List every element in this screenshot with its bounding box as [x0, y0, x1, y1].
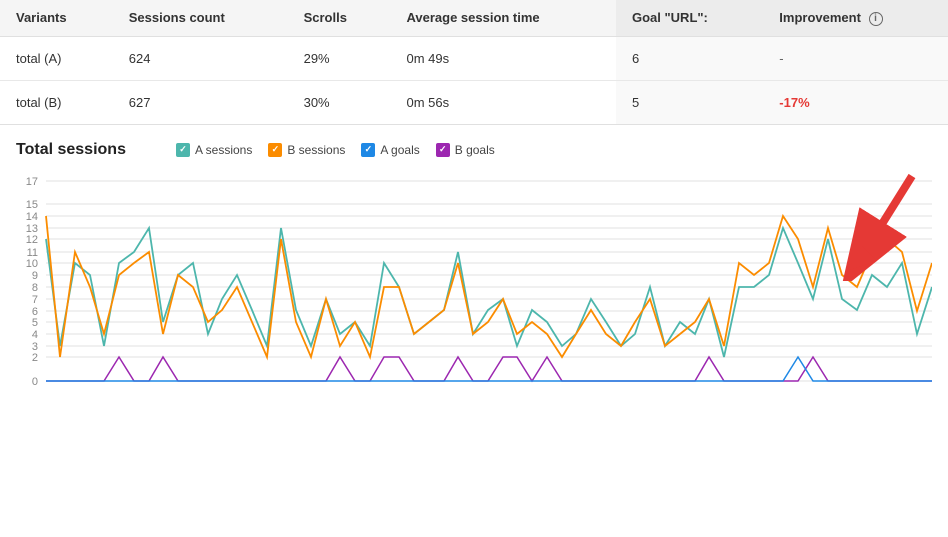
legend-b-sessions-label: B sessions	[287, 143, 345, 157]
svg-text:5: 5	[32, 317, 38, 329]
svg-text:2: 2	[32, 352, 38, 364]
variant-a-scrolls: 29%	[288, 36, 391, 80]
chart-header: Total sessions ✓ A sessions ✓ B sessions…	[16, 141, 932, 159]
col-header-goal: Goal "URL":	[616, 0, 763, 36]
legend-a-sessions-checkbox[interactable]: ✓	[176, 143, 190, 157]
variant-b-sessions: 627	[113, 80, 288, 124]
chart-section: Total sessions ✓ A sessions ✓ B sessions…	[0, 125, 948, 409]
variant-b-avg-time: 0m 56s	[390, 80, 616, 124]
legend-b-sessions-checkbox[interactable]: ✓	[268, 143, 282, 157]
variant-a-avg-time: 0m 49s	[390, 36, 616, 80]
legend-b-sessions: ✓ B sessions	[268, 143, 345, 157]
svg-text:4: 4	[32, 329, 38, 341]
svg-text:10: 10	[26, 258, 38, 270]
chart-title: Total sessions	[16, 141, 126, 159]
col-header-improvement: Improvement i	[763, 0, 948, 36]
improvement-label: Improvement	[779, 10, 861, 25]
col-header-sessions: Sessions count	[113, 0, 288, 36]
legend-b-goals-label: B goals	[455, 143, 495, 157]
variant-a-improvement: -	[763, 36, 948, 80]
improvement-info-icon[interactable]: i	[869, 12, 883, 26]
chart-legend: ✓ A sessions ✓ B sessions ✓ A goals ✓	[176, 143, 495, 157]
variant-b-scrolls: 30%	[288, 80, 391, 124]
svg-text:7: 7	[32, 294, 38, 306]
legend-a-goals-checkbox[interactable]: ✓	[361, 143, 375, 157]
svg-text:14: 14	[26, 211, 38, 223]
svg-text:17: 17	[26, 176, 38, 188]
variant-a-sessions: 624	[113, 36, 288, 80]
svg-text:15: 15	[26, 199, 38, 211]
results-table: Variants Sessions count Scrolls Average …	[0, 0, 948, 125]
table-row: total (B) 627 30% 0m 56s 5 -17%	[0, 80, 948, 124]
table-row: total (A) 624 29% 0m 49s 6 -	[0, 36, 948, 80]
col-header-avg-time: Average session time	[390, 0, 616, 36]
legend-a-goals: ✓ A goals	[361, 143, 419, 157]
svg-text:0: 0	[32, 376, 38, 388]
legend-b-goals-checkbox[interactable]: ✓	[436, 143, 450, 157]
total-sessions-chart: .grid-line { stroke: #e0e0e0; stroke-wid…	[16, 171, 932, 401]
svg-text:9: 9	[32, 270, 38, 282]
variant-a-label: total (A)	[0, 36, 113, 80]
legend-a-goals-label: A goals	[380, 143, 419, 157]
col-header-scrolls: Scrolls	[288, 0, 391, 36]
red-arrow-annotation	[842, 166, 922, 281]
legend-b-goals: ✓ B goals	[436, 143, 495, 157]
chart-container: .grid-line { stroke: #e0e0e0; stroke-wid…	[16, 171, 932, 401]
variant-b-goal: 5	[616, 80, 763, 124]
legend-a-sessions-label: A sessions	[195, 143, 252, 157]
legend-a-sessions: ✓ A sessions	[176, 143, 252, 157]
variant-b-improvement: -17%	[763, 80, 948, 124]
variant-a-goal: 6	[616, 36, 763, 80]
variant-b-label: total (B)	[0, 80, 113, 124]
col-header-variants: Variants	[0, 0, 113, 36]
svg-text:8: 8	[32, 282, 38, 294]
svg-text:12: 12	[26, 234, 38, 246]
